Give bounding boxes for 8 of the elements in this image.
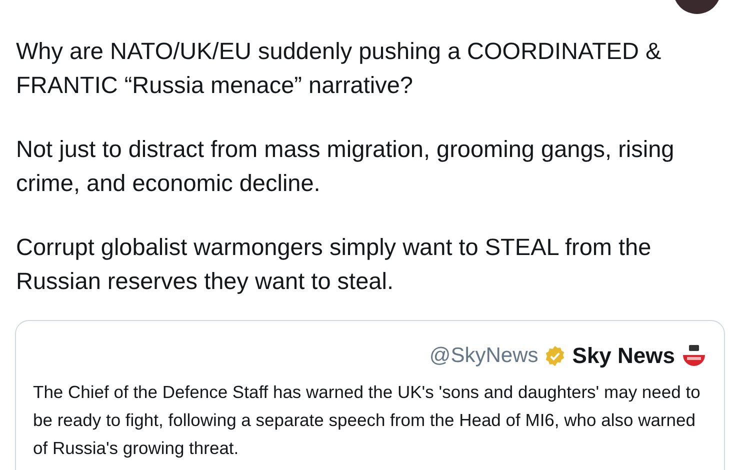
logo-icon <box>681 342 707 368</box>
tweet-text: Why are NATO/UK/EU suddenly pushing a COORDINATED & FRANTIC “Russia menace” narrative? <box>16 37 662 100</box>
quoted-handle: @SkyNews <box>429 342 538 369</box>
tweet-text: Corrupt globalist warmongers simply want to STEAL from the Russian reserves they want to steal. <box>16 233 652 296</box>
quoted-tweet-card[interactable] <box>15 320 725 470</box>
tweet-text: Not just to distract from mass migration, grooming gangs, rising crime, and economic decline. <box>16 135 676 198</box>
quoted-tweet-text: The Chief of the Defence Staff has warned the UK's 'sons and daughters' may need to be ready to fight, following a separate speech from the Head of MI6, who also warned of Russia's growing threat. <box>33 381 702 460</box>
quoted-author-name: Sky News <box>572 342 675 370</box>
